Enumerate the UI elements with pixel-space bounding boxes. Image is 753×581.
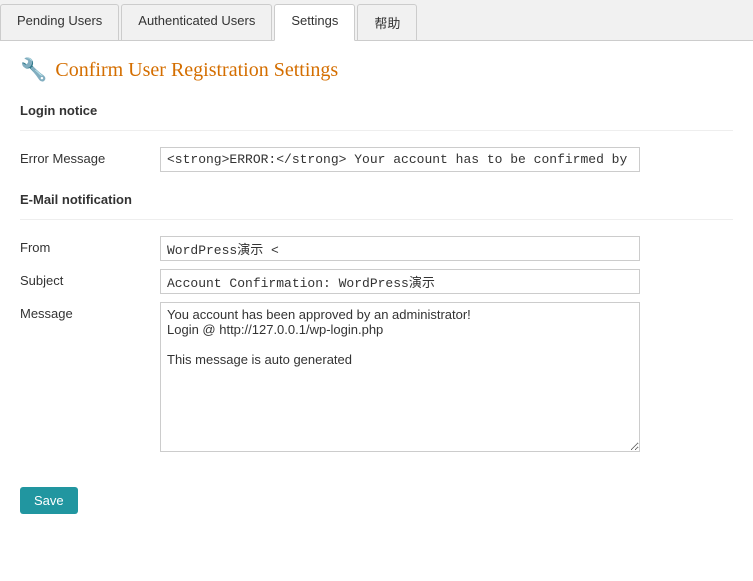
from-row: From <box>20 232 733 265</box>
message-cell <box>160 298 733 459</box>
login-notice-title: Login notice <box>20 103 733 118</box>
page-title-container: 🔧 Confirm User Registration Settings <box>20 57 733 83</box>
tab-bar: Pending Users Authenticated Users Settin… <box>0 0 753 41</box>
tab-authenticated-users[interactable]: Authenticated Users <box>121 4 272 40</box>
save-button[interactable]: Save <box>20 487 78 514</box>
email-notification-divider <box>20 219 733 220</box>
subject-row: Subject <box>20 265 733 298</box>
message-row: Message <box>20 298 733 459</box>
error-message-row: Error Message <box>20 143 733 176</box>
login-notice-divider <box>20 130 733 131</box>
error-message-cell <box>160 143 733 176</box>
email-notification-title: E-Mail notification <box>20 192 733 207</box>
error-message-label: Error Message <box>20 143 160 176</box>
main-wrap: Pending Users Authenticated Users Settin… <box>0 0 753 581</box>
email-notification-table: From Subject Message <box>20 232 733 459</box>
from-cell <box>160 232 733 265</box>
subject-label: Subject <box>20 265 160 298</box>
tab-pending-users[interactable]: Pending Users <box>0 4 119 40</box>
message-textarea[interactable] <box>160 302 640 452</box>
tab-settings[interactable]: Settings <box>274 4 355 41</box>
login-notice-table: Error Message <box>20 143 733 176</box>
subject-cell <box>160 265 733 298</box>
from-label: From <box>20 232 160 265</box>
page-title: Confirm User Registration Settings <box>55 59 338 82</box>
tab-help[interactable]: 帮助 <box>357 4 417 40</box>
tools-icon: 🔧 <box>20 57 47 83</box>
email-notification-section: E-Mail notification From Subject Message <box>20 192 733 459</box>
login-notice-section: Login notice Error Message <box>20 103 733 176</box>
from-input[interactable] <box>160 236 640 261</box>
subject-input[interactable] <box>160 269 640 294</box>
message-label: Message <box>20 298 160 459</box>
page-content: 🔧 Confirm User Registration Settings Log… <box>0 41 753 534</box>
error-message-input[interactable] <box>160 147 640 172</box>
